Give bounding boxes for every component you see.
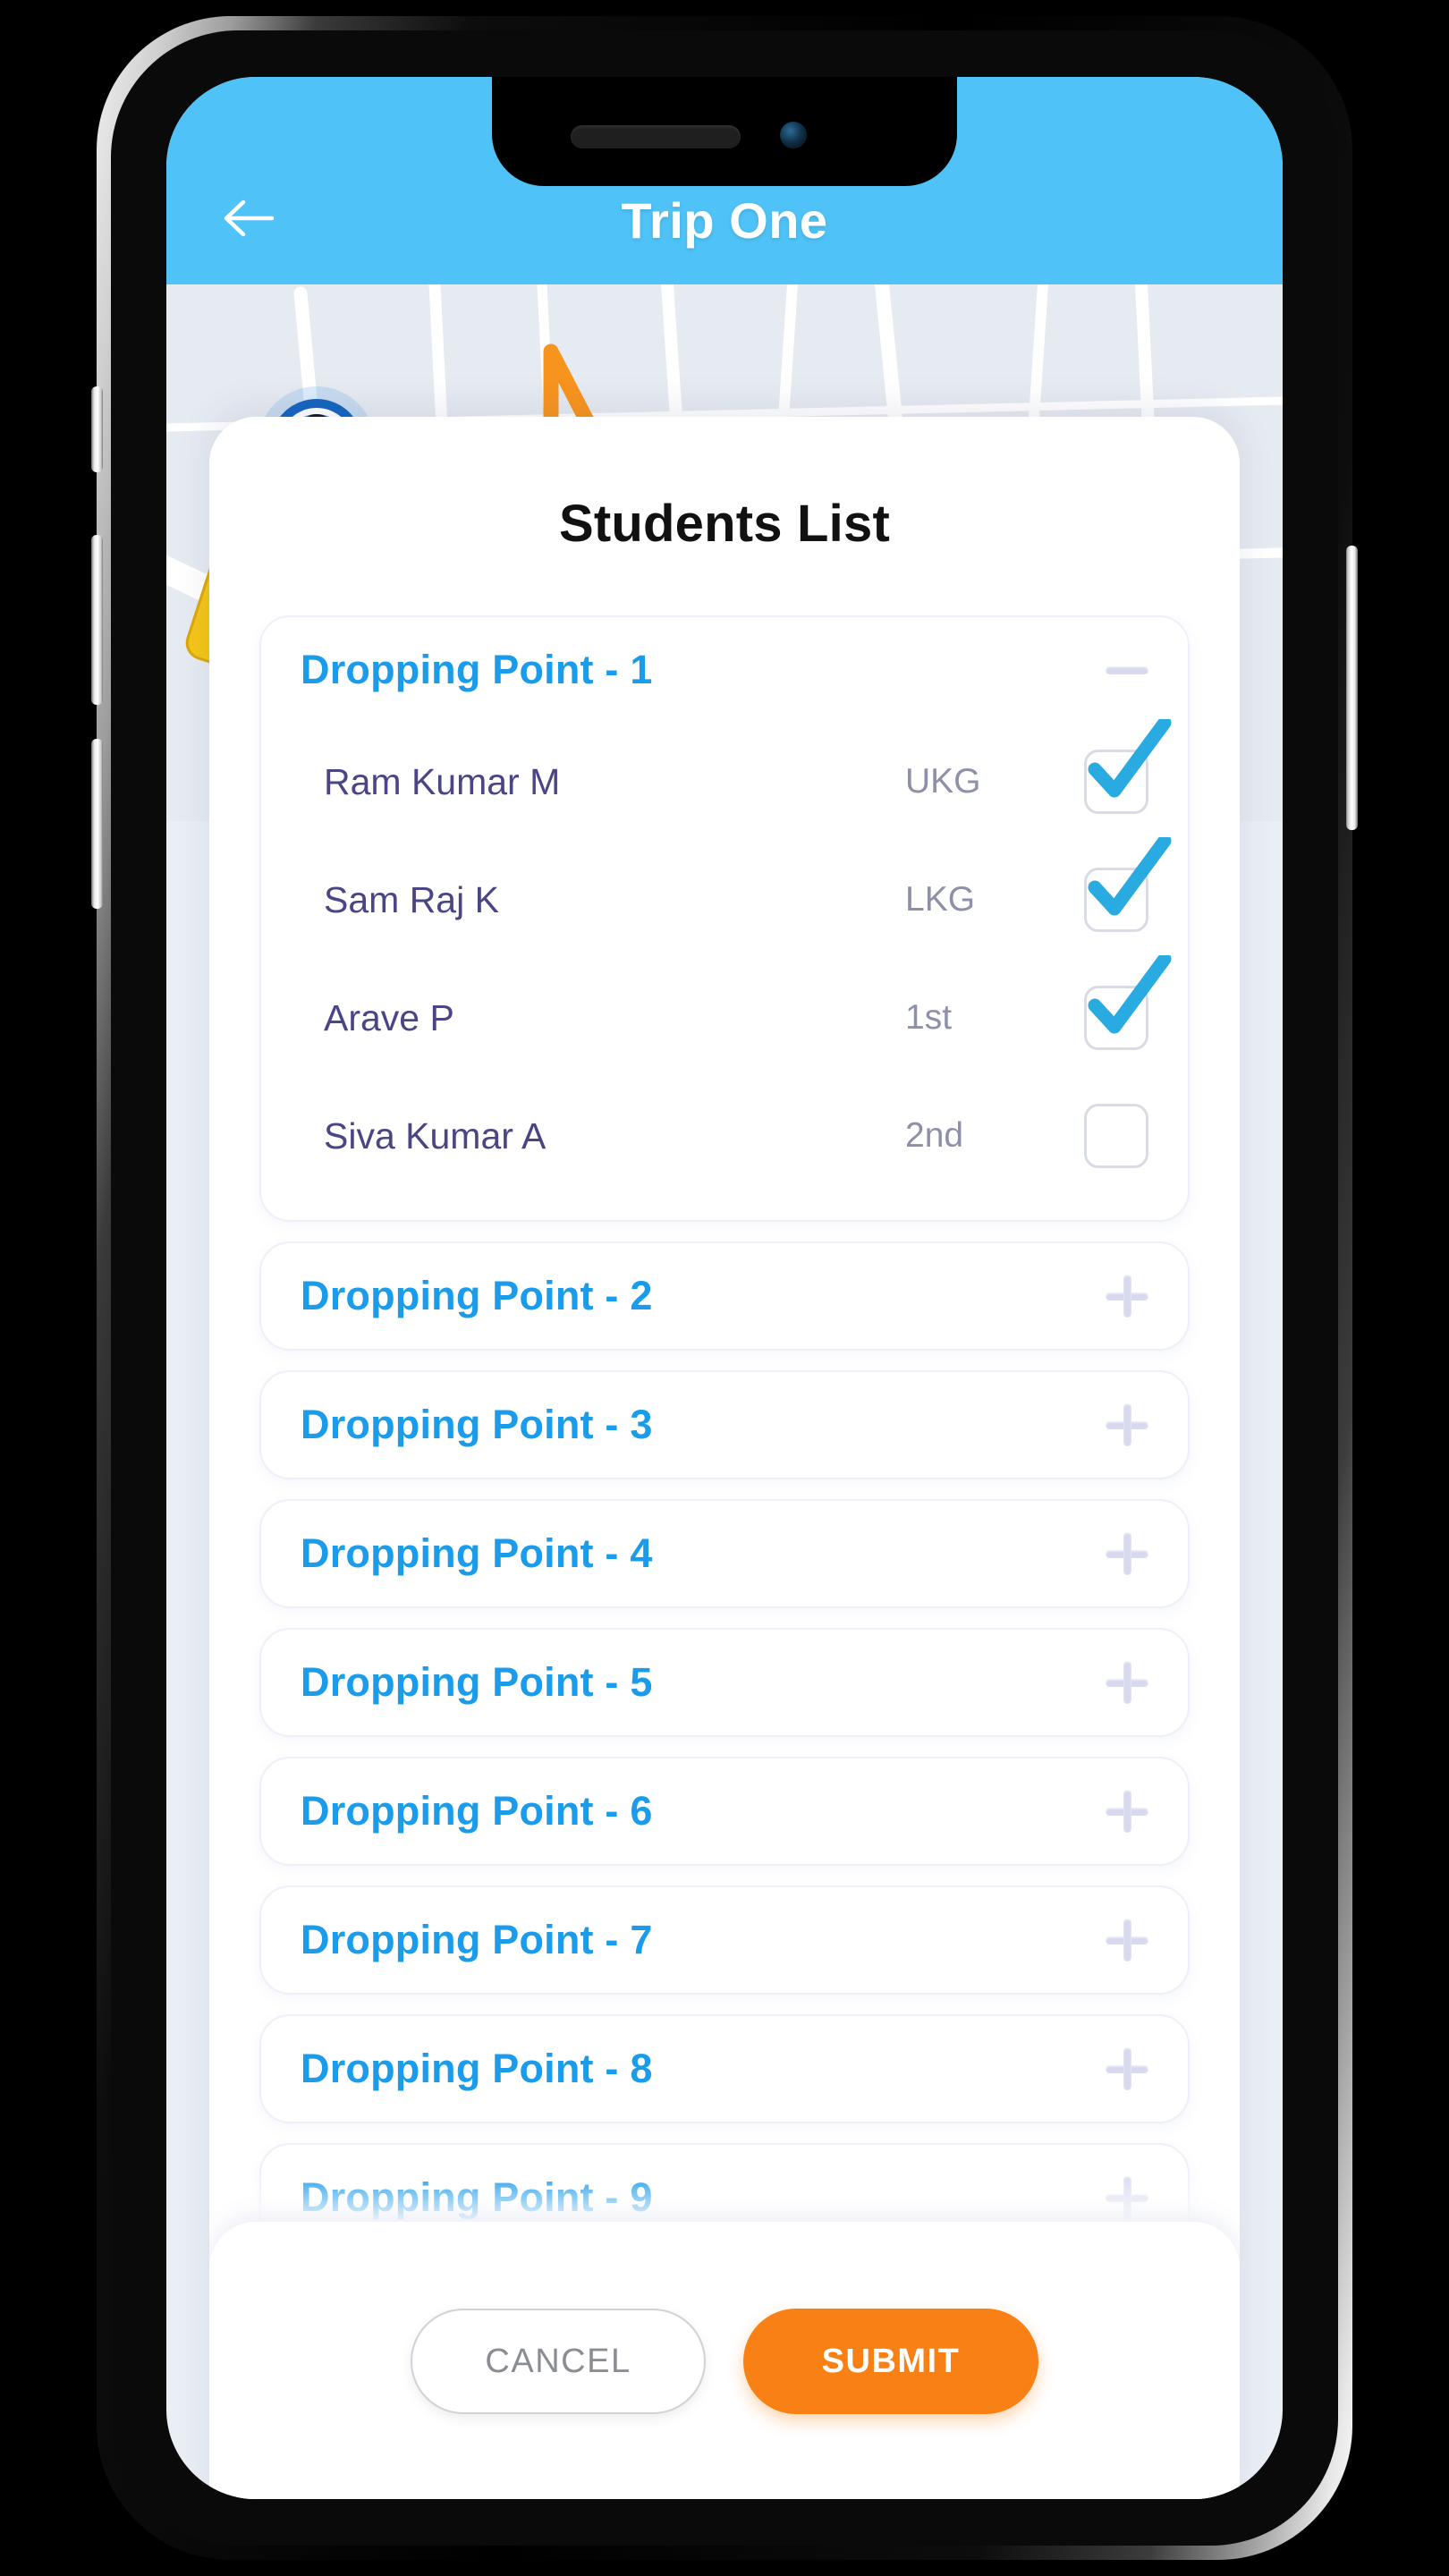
checkbox-box [1084,1104,1148,1168]
dropping-point-label: Dropping Point - 9 [301,2174,653,2220]
submit-button[interactable]: SUBMIT [743,2309,1038,2414]
dropping-point-header[interactable]: Dropping Point - 8 [261,2016,1188,2122]
student-checkbox[interactable] [1084,955,1172,1050]
dropping-point-header[interactable]: Dropping Point - 5 [261,1630,1188,1735]
student-checkbox[interactable] [1084,719,1172,814]
dropping-point-label: Dropping Point - 4 [301,1530,653,1576]
student-name: Ram Kumar M [324,760,561,802]
plus-icon[interactable] [1106,1403,1148,1446]
dropping-point-label: Dropping Point - 1 [301,647,653,692]
plus-icon[interactable] [1106,2047,1148,2090]
student-grade: LKG [905,880,976,919]
student-grade: 2nd [905,1116,964,1155]
dropping-point-header[interactable]: Dropping Point - 3 [261,1372,1188,1478]
dropping-point-label: Dropping Point - 3 [301,1402,653,1447]
phone-notch [492,77,957,186]
student-grade: UKG [905,762,981,801]
phone-screen: Trip One Students List Dropping Point - … [166,77,1283,2499]
plus-icon[interactable] [1106,1919,1148,1962]
student-name: Arave P [324,996,454,1038]
students-list-sheet: Students List Dropping Point - 1 Ram Kuma… [209,417,1240,2499]
dropping-point-card[interactable]: Dropping Point - 4 [259,1499,1190,1608]
dropping-point-label: Dropping Point - 5 [301,1659,653,1705]
student-name: Siva Kumar A [324,1114,547,1157]
dropping-point-card[interactable]: Dropping Point - 7 [259,1885,1190,1995]
dropping-point-header[interactable]: Dropping Point - 1 [261,617,1188,723]
dropping-point-card[interactable]: Dropping Point - 3 [259,1370,1190,1479]
dropping-point-header[interactable]: Dropping Point - 6 [261,1758,1188,1864]
student-row[interactable]: Arave P 1st [261,955,1188,1077]
dropping-point-card[interactable]: Dropping Point - 2 [259,1241,1190,1351]
dropping-point-header[interactable]: Dropping Point - 2 [261,1243,1188,1349]
student-row[interactable]: Sam Raj K LKG [261,837,1188,959]
mute-switch-button[interactable] [91,386,103,472]
dropping-point-label: Dropping Point - 6 [301,1788,653,1834]
student-row[interactable]: Ram Kumar M UKG [261,719,1188,841]
plus-icon[interactable] [1106,1661,1148,1704]
student-name: Sam Raj K [324,878,499,920]
page-title: Trip One [621,192,828,249]
sheet-title: Students List [559,495,890,553]
volume-down-button[interactable] [91,739,103,909]
dropping-point-list[interactable]: Dropping Point - 1 Ram Kumar M UKG Sam Raj … [209,615,1240,2499]
plus-icon[interactable] [1106,1790,1148,1833]
plus-icon[interactable] [1106,2176,1148,2219]
front-camera-icon [780,122,807,148]
dropping-point-label: Dropping Point - 2 [301,1273,653,1318]
dropping-point-label: Dropping Point - 8 [301,2046,653,2091]
dropping-point-header[interactable]: Dropping Point - 7 [261,1887,1188,1993]
dropping-point-card[interactable]: Dropping Point - 5 [259,1628,1190,1737]
volume-up-button[interactable] [91,535,103,705]
student-checkbox[interactable] [1084,837,1172,932]
cancel-button[interactable]: CANCEL [411,2309,706,2414]
plus-icon[interactable] [1106,1275,1148,1318]
earpiece-speaker [571,125,741,148]
plus-icon[interactable] [1106,1532,1148,1575]
dropping-point-header[interactable]: Dropping Point - 4 [261,1501,1188,1606]
dropping-point-card[interactable]: Dropping Point - 1 Ram Kumar M UKG Sam Raj … [259,615,1190,1222]
dropping-point-card[interactable]: Dropping Point - 6 [259,1757,1190,1866]
minus-icon[interactable] [1106,648,1148,691]
screenshot-stage: Trip One Students List Dropping Point - … [0,0,1449,2576]
dropping-point-card[interactable]: Dropping Point - 8 [259,2014,1190,2123]
power-button[interactable] [1346,546,1358,830]
student-grade: 1st [905,998,953,1037]
dropping-point-label: Dropping Point - 7 [301,1917,653,1962]
sheet-footer: CANCEL SUBMIT [209,2222,1240,2499]
student-row[interactable]: Siva Kumar A 2nd [261,1077,1188,1195]
student-checkbox[interactable] [1084,1104,1148,1168]
